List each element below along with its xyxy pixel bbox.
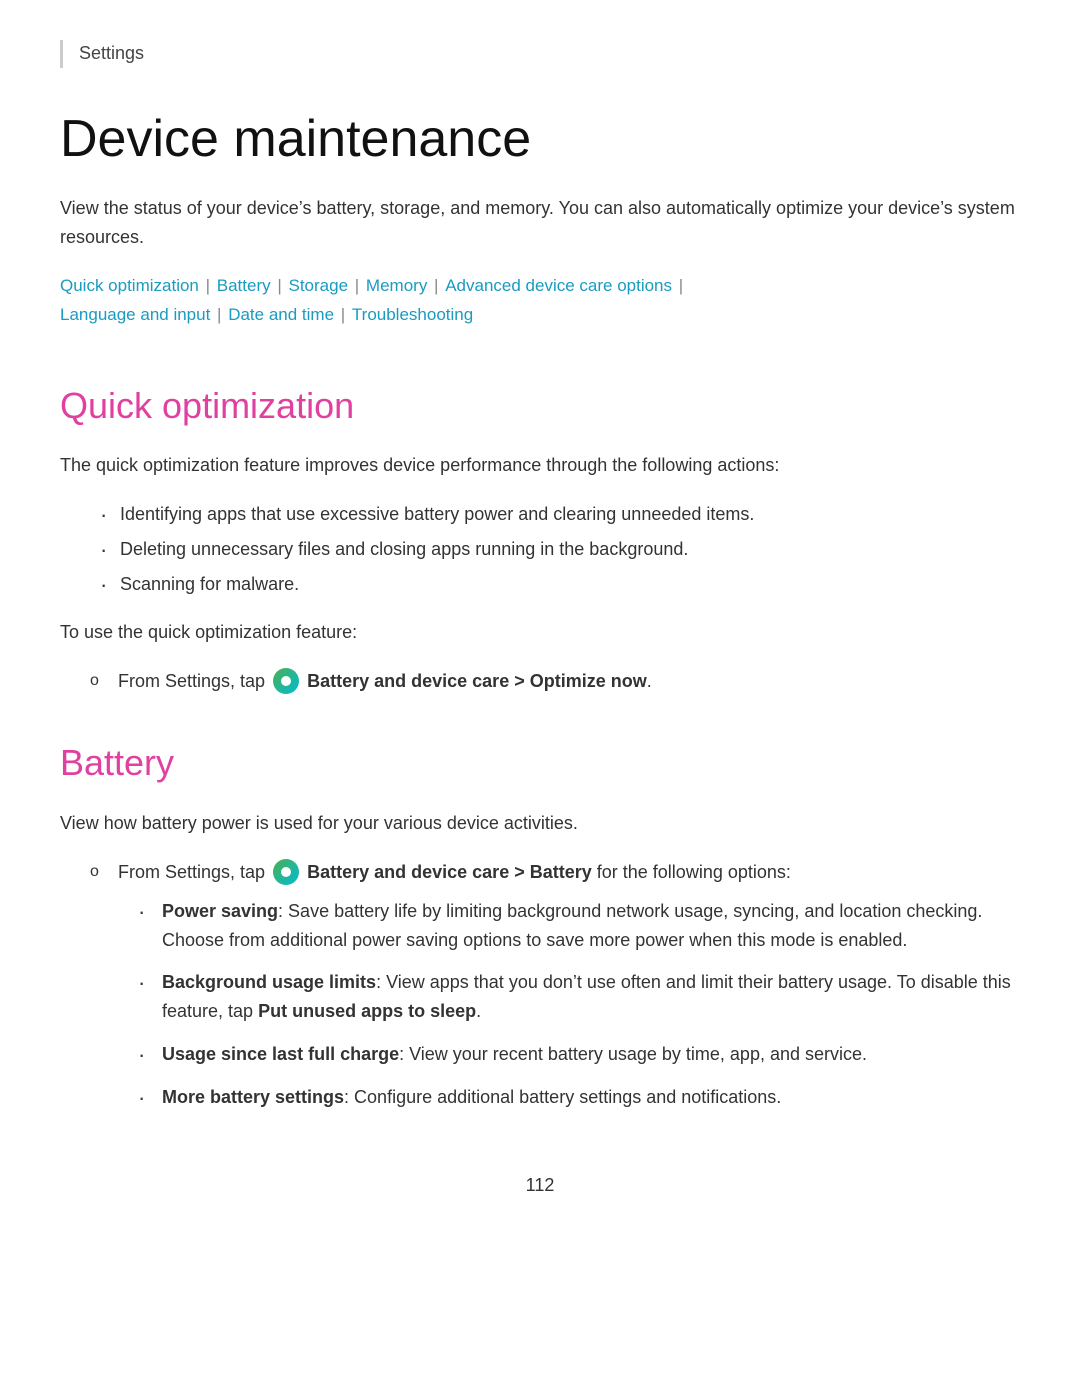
quick-optimization-step-intro: To use the quick optimization feature:	[60, 619, 1020, 647]
nav-sep-6: |	[212, 305, 226, 324]
quick-optimization-title: Quick optimization	[60, 378, 1020, 434]
breadcrumb: Settings	[60, 40, 1020, 68]
page-title: Device maintenance	[60, 108, 1020, 170]
battery-description: View how battery power is used for your …	[60, 809, 1020, 838]
nav-link-battery[interactable]: Battery	[217, 276, 271, 295]
battery-section: Battery View how battery power is used f…	[60, 735, 1020, 1111]
nav-link-storage[interactable]: Storage	[289, 276, 349, 295]
nav-link-memory[interactable]: Memory	[366, 276, 427, 295]
option-text: : View your recent battery usage by time…	[399, 1044, 867, 1064]
list-item: Power saving: Save battery life by limit…	[138, 897, 1020, 955]
option-label: Usage since last full charge	[162, 1044, 399, 1064]
option-label: Power saving	[162, 901, 278, 921]
quick-optimization-bullets: Identifying apps that use excessive batt…	[100, 500, 1020, 598]
list-item: Identifying apps that use excessive batt…	[100, 500, 1020, 529]
nav-sep-7: |	[336, 305, 350, 324]
page-number: 112	[60, 1172, 1020, 1200]
option-inline-bold: Put unused apps to sleep	[258, 1001, 476, 1021]
list-item: From Settings, tap Battery and device ca…	[90, 667, 1020, 696]
nav-links: Quick optimization | Battery | Storage |…	[60, 272, 1020, 330]
settings-icon	[273, 668, 299, 694]
nav-sep-1: |	[201, 276, 215, 295]
nav-sep-5: |	[674, 276, 683, 295]
battery-steps: From Settings, tap Battery and device ca…	[90, 858, 1020, 1112]
list-item: Background usage limits: View apps that …	[138, 968, 1020, 1026]
list-item: From Settings, tap Battery and device ca…	[90, 858, 1020, 1112]
quick-optimization-section: Quick optimization The quick optimizatio…	[60, 378, 1020, 696]
nav-link-quick-optimization[interactable]: Quick optimization	[60, 276, 199, 295]
option-label: More battery settings	[162, 1087, 344, 1107]
step-text-prefix: From Settings, tap	[118, 671, 265, 691]
list-item: Scanning for malware.	[100, 570, 1020, 599]
step-bold-text: Battery and device care > Optimize now	[307, 671, 647, 691]
battery-step-suffix-text: for the following options:	[597, 862, 791, 882]
option-text-after: .	[476, 1001, 481, 1021]
option-text: : Save battery life by limiting backgrou…	[162, 901, 982, 950]
nav-sep-4: |	[429, 276, 443, 295]
step-suffix: .	[647, 671, 652, 691]
nav-sep-2: |	[273, 276, 287, 295]
nav-sep-3: |	[350, 276, 364, 295]
nav-link-date-time[interactable]: Date and time	[228, 305, 334, 324]
list-item: Deleting unnecessary files and closing a…	[100, 535, 1020, 564]
nav-link-language[interactable]: Language and input	[60, 305, 210, 324]
battery-title: Battery	[60, 735, 1020, 791]
battery-options-list: Power saving: Save battery life by limit…	[138, 897, 1020, 1112]
option-text: : Configure additional battery settings …	[344, 1087, 781, 1107]
nav-link-advanced[interactable]: Advanced device care options	[445, 276, 672, 295]
quick-optimization-steps: From Settings, tap Battery and device ca…	[90, 667, 1020, 696]
battery-step-bold: Battery and device care > Battery	[307, 862, 592, 882]
list-item: Usage since last full charge: View your …	[138, 1040, 1020, 1069]
battery-step-prefix: From Settings, tap	[118, 862, 265, 882]
nav-link-troubleshooting[interactable]: Troubleshooting	[352, 305, 473, 324]
list-item: More battery settings: Configure additio…	[138, 1083, 1020, 1112]
quick-optimization-description: The quick optimization feature improves …	[60, 451, 1020, 480]
page-description: View the status of your device’s battery…	[60, 194, 1020, 252]
option-label: Background usage limits	[162, 972, 376, 992]
settings-icon	[273, 859, 299, 885]
